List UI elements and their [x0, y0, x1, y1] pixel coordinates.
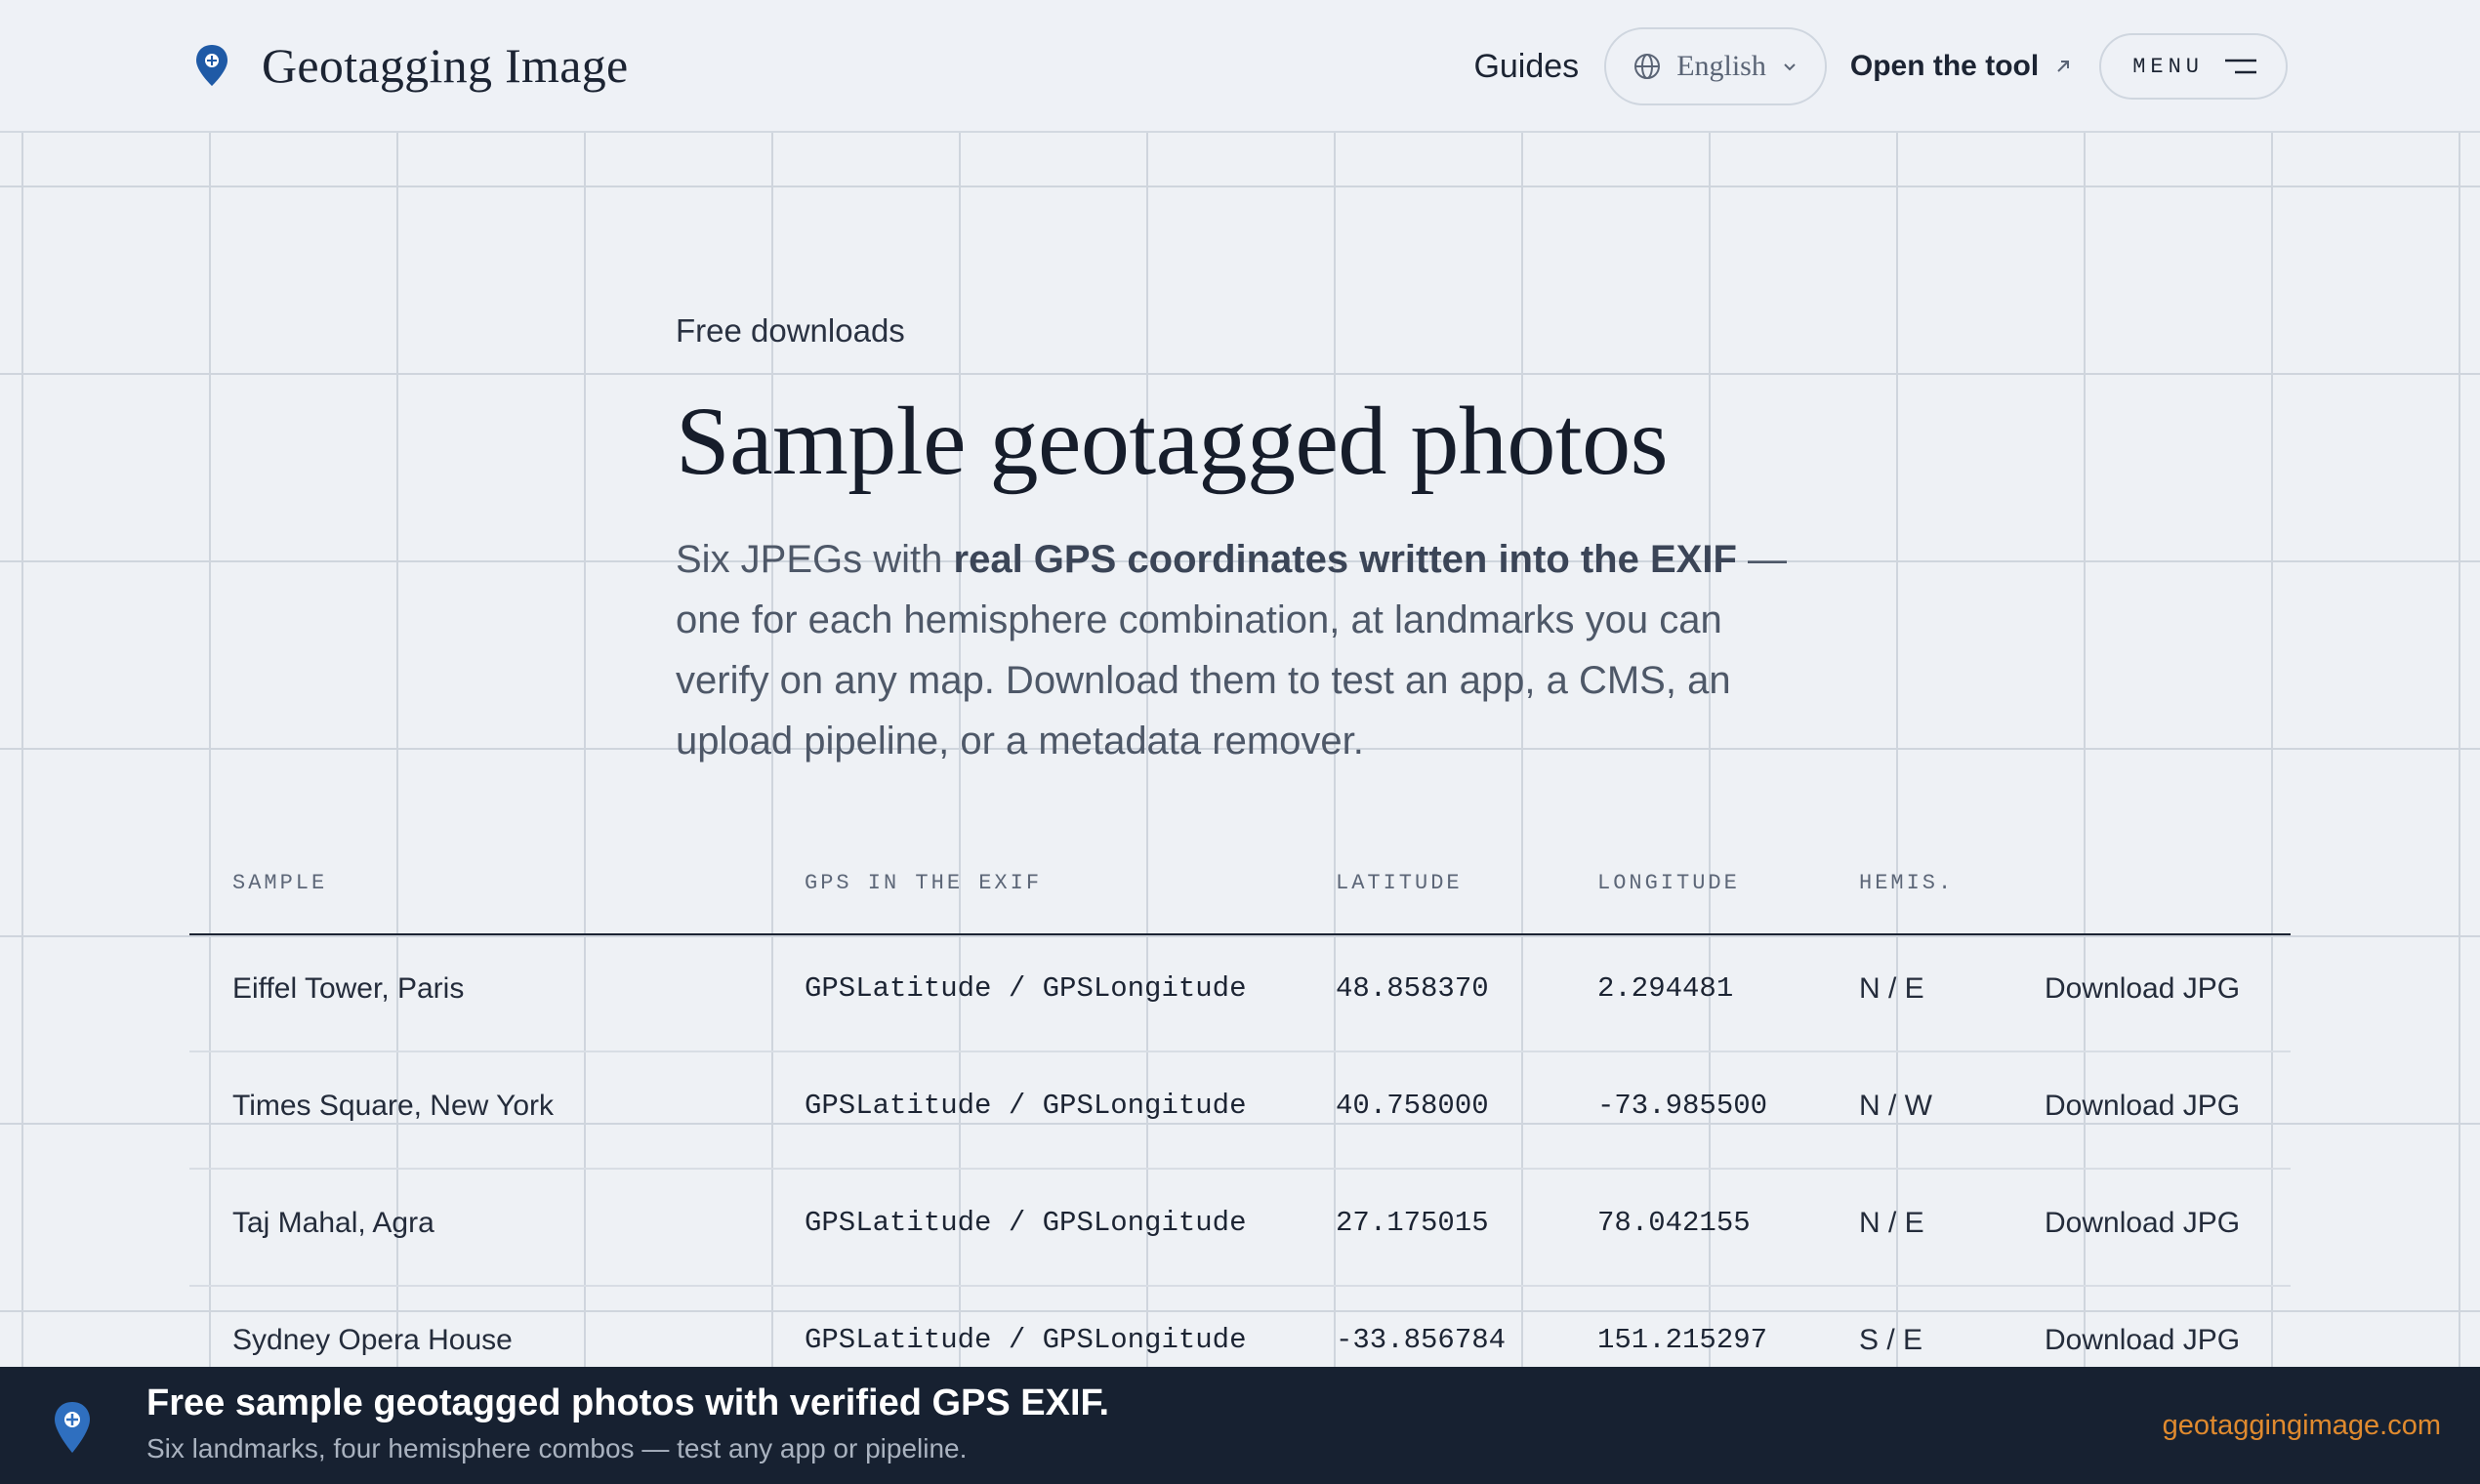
map-pin-icon [55, 1402, 90, 1453]
language-label: English [1676, 50, 1766, 82]
banner-title: Free sample geotagged photos with verifi… [146, 1382, 1110, 1423]
latitude-value: 48.858370 [1336, 972, 1489, 1005]
site-header: Geotagging Image Guides English Open the… [0, 0, 2480, 133]
latitude-value: 27.175015 [1336, 1207, 1489, 1239]
column-header-latitude: LATITUDE [1336, 871, 1463, 895]
external-arrow-icon [2057, 61, 2070, 72]
hemisphere-value: N / E [1859, 972, 1924, 1005]
globe-icon [1634, 54, 1661, 79]
longitude-value: 151.215297 [1597, 1324, 1768, 1356]
longitude-value: 78.042155 [1597, 1207, 1751, 1239]
gps-tags: GPSLatitude / GPSLongitude [805, 1324, 1247, 1356]
nav-guides-link[interactable]: Guides [1473, 48, 1579, 86]
table-row: Eiffel Tower, Paris GPSLatitude / GPSLon… [189, 935, 2291, 1052]
latitude-value: -33.856784 [1336, 1324, 1507, 1356]
table-header: SAMPLE GPS IN THE EXIF LATITUDE LONGITUD… [189, 842, 2291, 935]
hemisphere-value: N / E [1859, 1207, 1924, 1239]
column-header-hemisphere: HEMIS. [1859, 871, 1955, 895]
promo-banner: Free sample geotagged photos with verifi… [0, 1367, 2480, 1484]
menu-label: MENU [2132, 54, 2204, 79]
hero-section: Free downloads Sample geotagged photos S… [676, 312, 1808, 771]
table-row: Times Square, New York GPSLatitude / GPS… [189, 1052, 2291, 1170]
longitude-value: 2.294481 [1597, 972, 1734, 1005]
hemisphere-value: N / W [1859, 1090, 1932, 1122]
hamburger-icon [2225, 59, 2256, 74]
sample-name: Sydney Opera House [232, 1324, 513, 1356]
download-jpg-link[interactable]: Download JPG [2045, 1324, 2240, 1357]
sample-name: Eiffel Tower, Paris [232, 972, 465, 1005]
sample-name: Taj Mahal, Agra [232, 1207, 434, 1239]
language-selector[interactable]: English [1604, 27, 1827, 105]
longitude-value: -73.985500 [1597, 1090, 1768, 1122]
column-header-gps: GPS IN THE EXIF [805, 871, 1043, 895]
hero-description: Six JPEGs with real GPS coordinates writ… [676, 529, 1808, 771]
gps-tags: GPSLatitude / GPSLongitude [805, 1090, 1247, 1122]
column-header-sample: SAMPLE [232, 871, 328, 895]
lede-text-bold: real GPS coordinates written into the EX… [953, 538, 1737, 581]
chevron-down-icon [1784, 63, 1796, 71]
latitude-value: 40.758000 [1336, 1090, 1489, 1122]
samples-table: SAMPLE GPS IN THE EXIF LATITUDE LONGITUD… [189, 842, 2291, 1404]
column-header-longitude: LONGITUDE [1597, 871, 1740, 895]
open-tool-link[interactable]: Open the tool [1850, 50, 2072, 83]
site-url-link[interactable]: geotaggingimage.com [2163, 1410, 2441, 1442]
brand-name: Geotagging Image [262, 38, 629, 93]
page-title: Sample geotagged photos [676, 387, 1669, 495]
download-jpg-link[interactable]: Download JPG [2045, 972, 2240, 1006]
download-jpg-link[interactable]: Download JPG [2045, 1207, 2240, 1240]
banner-subtitle: Six landmarks, four hemisphere combos — … [146, 1433, 968, 1463]
gps-tags: GPSLatitude / GPSLongitude [805, 1207, 1247, 1239]
table-row: Taj Mahal, Agra GPSLatitude / GPSLongitu… [189, 1170, 2291, 1287]
menu-button[interactable]: MENU [2099, 33, 2288, 100]
eyebrow-label: Free downloads [676, 312, 905, 349]
brand-link[interactable]: Geotagging Image [193, 37, 629, 94]
gps-tags: GPSLatitude / GPSLongitude [805, 972, 1247, 1005]
hemisphere-value: S / E [1859, 1324, 1923, 1356]
map-pin-icon [196, 45, 227, 86]
open-tool-label: Open the tool [1849, 50, 2040, 82]
top-nav: Guides English Open the tool MENU [1473, 27, 2288, 105]
lede-text-start: Six JPEGs with [676, 538, 954, 581]
download-jpg-link[interactable]: Download JPG [2045, 1090, 2240, 1123]
sample-name: Times Square, New York [232, 1090, 555, 1122]
